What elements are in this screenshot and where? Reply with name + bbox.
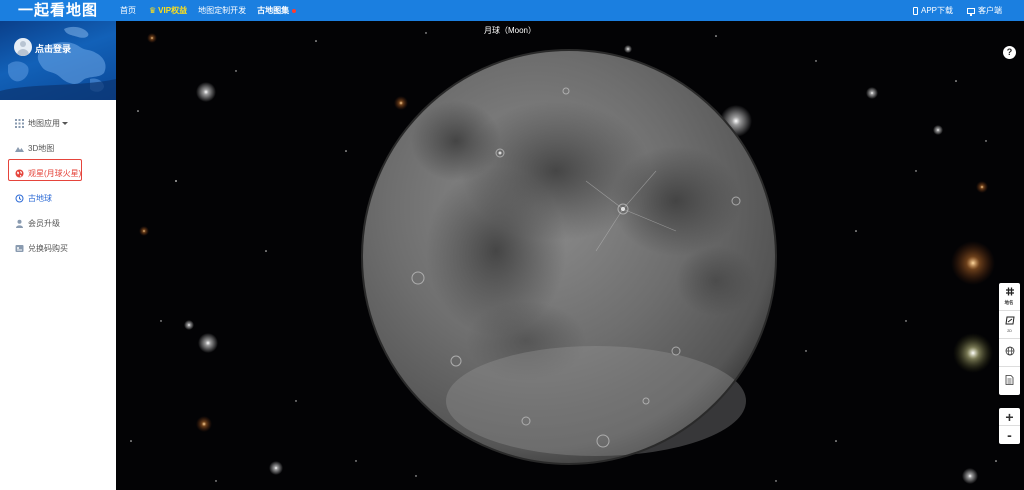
sidebar-item-redeem-code[interactable]: 兑换码购买 xyxy=(0,236,116,261)
nav-home[interactable]: 首页 xyxy=(120,5,136,16)
grid-icon xyxy=(15,119,24,128)
user-icon xyxy=(15,219,24,228)
notification-dot xyxy=(292,8,297,13)
sidebar-item-stargazing[interactable]: 观星(月球火星) xyxy=(0,161,116,186)
document-icon xyxy=(1005,374,1014,387)
sidebar-item-label: 3D地图 xyxy=(28,144,55,153)
avatar[interactable] xyxy=(14,38,32,56)
nav-ancient-maps[interactable]: 古地图集 xyxy=(257,5,297,16)
mode-2d-toggle[interactable]: 2D xyxy=(999,311,1020,339)
sidebar: 点击登录 地图应用 3D地图 观星(月球火星) 古地球 会员升级 兑换码购买 xyxy=(0,21,116,490)
phone-icon xyxy=(912,6,918,15)
mountain-icon xyxy=(15,144,24,153)
tool-label: 地名 xyxy=(1004,300,1014,306)
sidebar-item-map-apps[interactable]: 地图应用 xyxy=(0,111,116,136)
site-logo[interactable]: 一起看地图 xyxy=(0,0,116,21)
nav-client[interactable]: 客户端 xyxy=(967,5,1002,16)
moon-globe xyxy=(361,49,777,465)
nav-client-label: 客户端 xyxy=(978,6,1002,15)
nav-custom-dev[interactable]: 地图定制开发 xyxy=(198,5,246,16)
sidebar-menu: 地图应用 3D地图 观星(月球火星) 古地球 会员升级 兑换码购买 xyxy=(0,111,116,261)
caret-down-icon xyxy=(62,122,68,125)
help-button[interactable]: ? xyxy=(1003,46,1016,59)
tool-label: 2D xyxy=(1007,328,1012,333)
body-title: 月球（Moon） xyxy=(483,26,536,35)
monitor-icon xyxy=(967,7,975,16)
login-link[interactable]: 点击登录 xyxy=(35,42,71,55)
sidebar-item-label: 地图应用 xyxy=(28,119,60,128)
starfield xyxy=(130,32,997,484)
zoom-in-button[interactable]: + xyxy=(999,408,1020,426)
nav-app-download-label: APP下载 xyxy=(920,6,953,15)
sidebar-item-label: 兑换码购买 xyxy=(28,244,68,253)
sidebar-item-label: 会员升级 xyxy=(28,219,60,228)
nav-vip-label: VIP权益 xyxy=(158,6,188,15)
zoom-controls: + - xyxy=(999,408,1020,444)
place-names-toggle[interactable]: 地名 xyxy=(999,283,1020,311)
nav-right: APP下载 客户端 xyxy=(899,0,1002,21)
info-panel-toggle[interactable] xyxy=(999,367,1020,395)
crown-icon: ♛ xyxy=(149,6,157,15)
history-icon xyxy=(15,194,24,203)
profile-banner[interactable]: 点击登录 xyxy=(0,21,116,100)
world-map-graphic xyxy=(0,26,116,100)
layer-2d-icon xyxy=(1004,316,1015,327)
sidebar-item-label: 观星(月球火星) xyxy=(28,169,82,178)
place-name-icon xyxy=(1005,287,1015,298)
zoom-out-button[interactable]: - xyxy=(999,426,1020,444)
globe-icon xyxy=(15,169,24,178)
globe-viewport[interactable]: 月球（Moon） ? 地名 2D + - xyxy=(116,21,1024,490)
main-nav: 首页 ♛ VIP权益 地图定制开发 古地图集 xyxy=(116,0,307,21)
sidebar-item-ancient-earth[interactable]: 古地球 xyxy=(0,186,116,211)
nav-ancient-label: 古地图集 xyxy=(257,6,290,15)
nav-vip[interactable]: ♛ VIP权益 xyxy=(149,5,187,16)
globe-grid-toggle[interactable] xyxy=(999,339,1020,367)
sidebar-item-label: 古地球 xyxy=(28,194,52,203)
nav-app-download[interactable]: APP下载 xyxy=(912,5,953,16)
top-navigation-bar: 一起看地图 首页 ♛ VIP权益 地图定制开发 古地图集 APP下载 客户端 xyxy=(0,0,1024,21)
sidebar-item-membership[interactable]: 会员升级 xyxy=(0,211,116,236)
avatar-head xyxy=(20,41,26,47)
map-toolbar: 地名 2D xyxy=(999,283,1020,395)
card-icon xyxy=(15,244,24,253)
avatar-body xyxy=(17,49,29,56)
sidebar-item-3d-map[interactable]: 3D地图 xyxy=(0,136,116,161)
globe-grid-icon xyxy=(1005,346,1015,358)
